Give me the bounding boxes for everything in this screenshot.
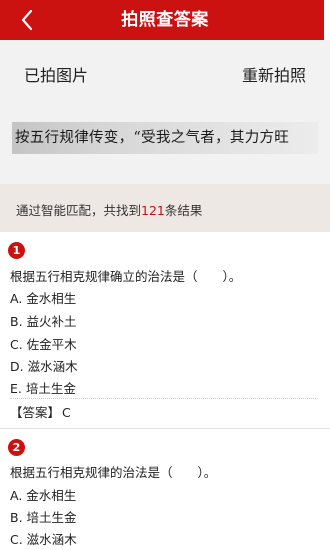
page-title: 拍照查答案 [121,10,209,30]
page: 拍照查答案 已拍图片 重新拍照 按五行规律传变，“受我之气者，其力方旺 通过智能… [0,0,330,550]
question-text: 根据五行相克规律确立的治法是（ ）。 [10,269,242,284]
captured-photo[interactable]: 按五行规律传变，“受我之气者，其力方旺 [12,122,318,154]
question-number-badge: 1 [8,242,25,259]
question-number-badge: 2 [8,439,25,456]
match-prefix: 通过智能匹配，共找到 [16,203,142,218]
photo-actions: 已拍图片 重新拍照 [0,62,330,92]
match-count: 121 [141,203,165,218]
answer-label: 【答案】 [10,405,61,420]
answer-value: C [62,405,71,420]
taken-photo-label[interactable]: 已拍图片 [24,62,88,86]
option-d: D. 滋水涵木 [10,359,78,374]
answer-divider [10,398,316,399]
question-card[interactable]: 1 根据五行相克规律确立的治法是（ ）。 A. 金水相生 B. 益火补土 C. … [0,232,330,428]
match-suffix: 条结果 [164,203,203,218]
header-edge-accent [324,0,330,40]
option-c: C. 佐金平木 [10,337,77,352]
option-a: A. 金水相生 [10,291,77,306]
option-a: A. 金水相生 [10,488,77,503]
option-b: B. 益火补土 [10,314,77,329]
photo-section: 已拍图片 重新拍照 按五行规律传变，“受我之气者，其力方旺 [0,40,330,184]
option-b: B. 培土生金 [10,510,77,525]
captured-photo-text: 按五行规律传变，“受我之气者，其力方旺 [15,130,290,146]
match-summary: 通过智能匹配，共找到121条结果 [16,200,202,219]
option-c: C. 滋水涵木 [10,532,77,547]
question-text: 根据五行相克规律的治法是（ ）。 [10,465,217,480]
option-e: E. 培土生金 [10,381,76,396]
match-summary-bar: 通过智能匹配，共找到121条结果 [0,184,330,232]
app-header: 拍照查答案 [0,0,330,40]
retake-photo-button[interactable]: 重新拍照 [242,62,306,86]
question-card[interactable]: 2 根据五行相克规律的治法是（ ）。 A. 金水相生 B. 培土生金 C. 滋水… [0,429,330,550]
answer-line: 【答案】 C [10,402,71,421]
